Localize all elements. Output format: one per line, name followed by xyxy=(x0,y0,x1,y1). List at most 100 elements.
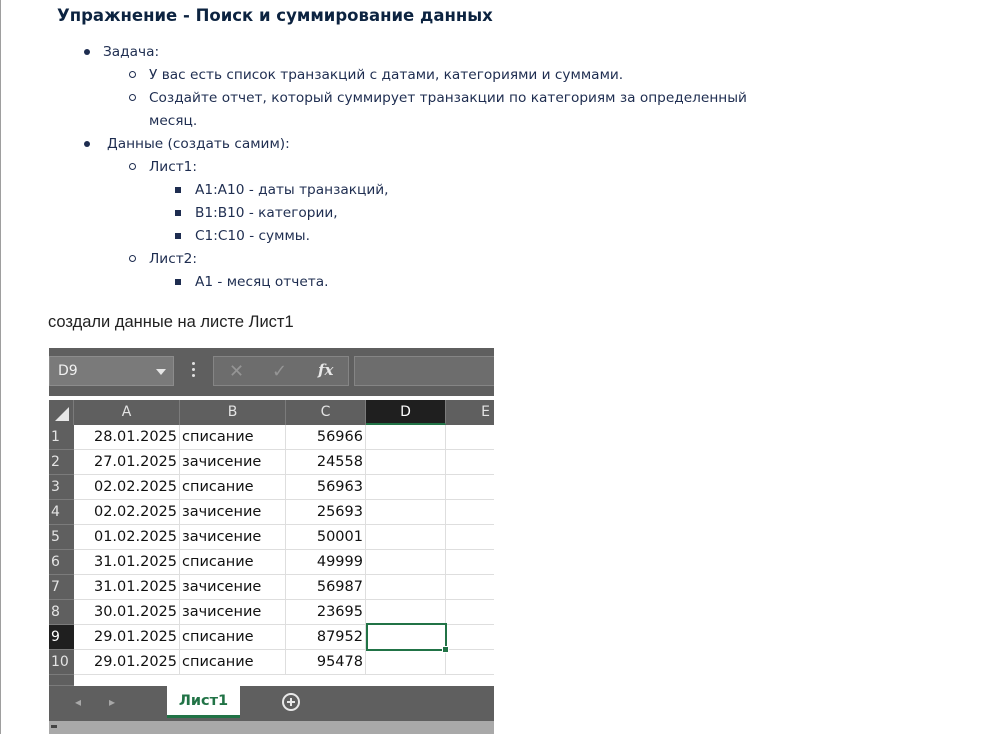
task-item: Создайте отчет, который суммирует транза… xyxy=(149,90,747,106)
row-header-3[interactable]: 3 xyxy=(49,475,74,500)
column-header-e[interactable]: E xyxy=(446,400,494,425)
formula-buttons: ✕ ✓ fx xyxy=(213,356,349,386)
cell-amount[interactable]: 87952 xyxy=(286,625,366,650)
cell-date[interactable]: 02.02.2025 xyxy=(74,500,180,525)
document-title: Упражнение - Поиск и суммирование данных xyxy=(57,6,493,25)
select-all-corner[interactable] xyxy=(49,400,74,425)
cell-e[interactable] xyxy=(446,525,494,550)
cell-amount[interactable]: 49999 xyxy=(286,550,366,575)
formula-bar: D9 ✕ ✓ fx xyxy=(49,348,494,396)
row-header-5[interactable]: 5 xyxy=(49,525,74,550)
cell-date[interactable]: 27.01.2025 xyxy=(74,450,180,475)
column-header-a[interactable]: A xyxy=(74,400,180,425)
row-header-4[interactable]: 4 xyxy=(49,500,74,525)
cell-date[interactable]: 31.01.2025 xyxy=(74,575,180,600)
sheet-tab-bar: ◂ ▸ xyxy=(49,686,494,721)
cell-date[interactable]: 29.01.2025 xyxy=(74,625,180,650)
row-header-2[interactable]: 2 xyxy=(49,450,74,475)
row-header-7[interactable]: 7 xyxy=(49,575,74,600)
sheet2-label: Лист2: xyxy=(149,251,198,267)
cell-d[interactable] xyxy=(366,550,446,575)
cell-e[interactable] xyxy=(446,425,494,450)
cell-category[interactable]: списание xyxy=(180,625,286,650)
sheet2-item: A1 - месяц отчета. xyxy=(195,274,329,290)
sheet1-item: A1:A10 - даты транзакций, xyxy=(195,182,389,198)
cell-category[interactable]: списание xyxy=(180,550,286,575)
cell-date[interactable]: 31.01.2025 xyxy=(74,550,180,575)
row-header-1[interactable]: 1 xyxy=(49,425,74,450)
cell-category[interactable]: списание xyxy=(180,650,286,675)
cell-amount[interactable]: 95478 xyxy=(286,650,366,675)
cell-amount[interactable]: 56966 xyxy=(286,425,366,450)
bullet-square-icon xyxy=(175,210,181,216)
status-bar xyxy=(49,721,494,734)
cell-e[interactable] xyxy=(446,650,494,675)
cell-d[interactable] xyxy=(366,525,446,550)
cell-d[interactable] xyxy=(366,425,446,450)
more-options-icon[interactable] xyxy=(188,362,198,380)
cell-category[interactable]: зачисение xyxy=(180,450,286,475)
name-box-value: D9 xyxy=(58,363,78,379)
column-header-d[interactable]: D xyxy=(366,400,446,425)
checkmark-icon[interactable]: ✓ xyxy=(272,361,287,382)
cell-e[interactable] xyxy=(446,475,494,500)
cell-e[interactable] xyxy=(446,625,494,650)
scroll-right-icon[interactable]: ▸ xyxy=(109,695,115,709)
formula-input[interactable] xyxy=(354,356,494,386)
active-cell-d9[interactable] xyxy=(366,623,449,653)
cell-category[interactable]: зачисение xyxy=(180,600,286,625)
name-box[interactable]: D9 xyxy=(49,356,174,386)
cell-category[interactable]: зачисение xyxy=(180,500,286,525)
row-header-10[interactable]: 10 xyxy=(49,650,74,675)
cell-e[interactable] xyxy=(446,600,494,625)
cell-d[interactable] xyxy=(366,600,446,625)
cell-date[interactable]: 02.02.2025 xyxy=(74,475,180,500)
cell-amount[interactable]: 50001 xyxy=(286,525,366,550)
cell-e[interactable] xyxy=(446,500,494,525)
row-header-8[interactable]: 8 xyxy=(49,600,74,625)
scroll-left-icon[interactable]: ◂ xyxy=(75,695,81,709)
cell-d[interactable] xyxy=(366,650,446,675)
bullet-disc-icon xyxy=(84,141,90,147)
insert-function-icon[interactable]: fx xyxy=(318,361,333,379)
task-item-continuation: месяц. xyxy=(149,113,198,129)
bullet-circle-icon xyxy=(129,163,136,170)
cell-d[interactable] xyxy=(366,575,446,600)
column-header-b[interactable]: B xyxy=(180,400,286,425)
cell-date[interactable]: 01.02.2025 xyxy=(74,525,180,550)
cell-amount[interactable]: 56987 xyxy=(286,575,366,600)
row-header-11[interactable] xyxy=(49,675,74,686)
cell-d[interactable] xyxy=(366,475,446,500)
cell-amount[interactable]: 23695 xyxy=(286,600,366,625)
cell-category[interactable]: списание xyxy=(180,425,286,450)
task-label: Задача: xyxy=(103,44,160,60)
cell-date[interactable]: 30.01.2025 xyxy=(74,600,180,625)
excel-screenshot: D9 ✕ ✓ fx A B C D E 1 28.01.2025 списание 5… xyxy=(49,348,494,734)
cell-d[interactable] xyxy=(366,500,446,525)
add-sheet-icon[interactable] xyxy=(282,693,300,711)
cell-category[interactable]: списание xyxy=(180,475,286,500)
cell-amount[interactable]: 56963 xyxy=(286,475,366,500)
sheet-tab-list1[interactable]: Лист1 xyxy=(167,686,240,718)
column-header-c[interactable]: C xyxy=(286,400,366,425)
row-header-6[interactable]: 6 xyxy=(49,550,74,575)
cell-category[interactable]: зачисение xyxy=(180,525,286,550)
cell-amount[interactable]: 24558 xyxy=(286,450,366,475)
cancel-x-icon[interactable]: ✕ xyxy=(229,361,244,382)
cell-amount[interactable]: 25693 xyxy=(286,500,366,525)
task-item: У вас есть список транзакций с датами, к… xyxy=(149,67,624,83)
sheet1-item: C1:C10 - суммы. xyxy=(195,228,310,244)
bullet-square-icon xyxy=(175,187,181,193)
cell-e[interactable] xyxy=(446,550,494,575)
page-left-border xyxy=(0,0,1,734)
cell-date[interactable]: 29.01.2025 xyxy=(74,650,180,675)
cell-date[interactable]: 28.01.2025 xyxy=(74,425,180,450)
bullet-circle-icon xyxy=(129,255,136,262)
cell-e[interactable] xyxy=(446,450,494,475)
row-header-9[interactable]: 9 xyxy=(49,625,74,650)
chevron-down-icon[interactable] xyxy=(156,369,166,375)
cell-d[interactable] xyxy=(366,450,446,475)
cell-e[interactable] xyxy=(446,575,494,600)
bullet-square-icon xyxy=(175,279,181,285)
cell-category[interactable]: зачисение xyxy=(180,575,286,600)
